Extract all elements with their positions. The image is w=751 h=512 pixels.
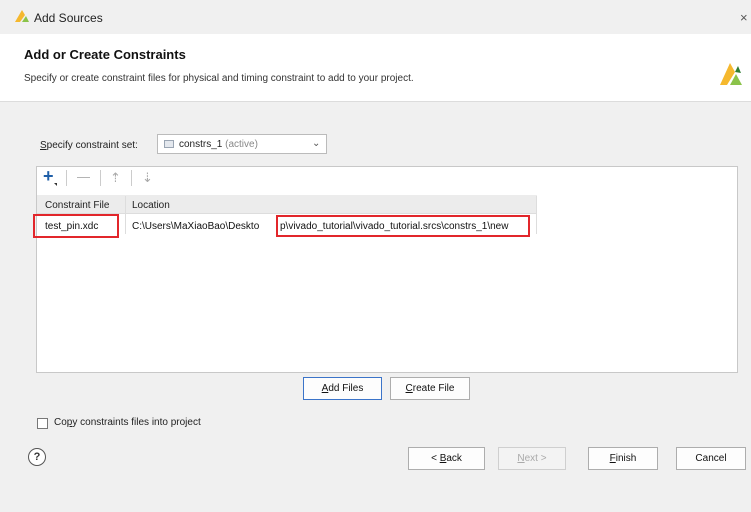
close-button[interactable]: × <box>740 10 748 25</box>
next-button[interactable]: Next > <box>498 447 566 470</box>
page-title: Add or Create Constraints <box>24 47 186 62</box>
move-down-icon[interactable]: ⇣ <box>142 170 153 186</box>
copy-constraints-checkbox[interactable] <box>37 418 48 429</box>
constraint-set-value: constrs_1 (active) <box>179 139 258 150</box>
toolbar-divider <box>100 170 101 186</box>
create-file-button[interactable]: Create File <box>390 377 470 400</box>
chevron-down-icon: ⌄ <box>312 138 321 149</box>
toolbar-divider <box>131 170 132 186</box>
add-menu-arrow-icon <box>54 183 57 186</box>
constraint-file-cell: test_pin.xdc <box>33 214 119 238</box>
window-title: Add Sources <box>34 11 103 25</box>
help-button[interactable]: ? <box>28 448 46 466</box>
vivado-logo-icon <box>15 10 29 22</box>
add-files-button[interactable]: Add Files <box>303 377 382 400</box>
page-header <box>0 34 751 102</box>
remove-icon[interactable]: — <box>77 169 90 185</box>
column-header-location[interactable]: Location <box>132 200 170 211</box>
location-cell-highlight: p\vivado_tutorial\vivado_tutorial.srcs\c… <box>276 215 530 237</box>
cancel-button[interactable]: Cancel <box>676 447 746 470</box>
title-bar <box>0 0 751 34</box>
vivado-logo-icon <box>720 63 742 85</box>
back-button[interactable]: < Back <box>408 447 485 470</box>
constraint-set-dropdown[interactable]: constrs_1 (active) ⌄ <box>157 134 327 154</box>
add-icon[interactable]: + <box>43 167 54 185</box>
constraint-set-label: Specify constraint set: <box>40 140 138 151</box>
fileset-icon <box>164 140 174 148</box>
table-header <box>37 195 537 214</box>
location-cell-prefix: C:\Users\MaXiaoBao\Deskto <box>132 221 260 232</box>
move-up-icon[interactable]: ⇡ <box>110 170 121 186</box>
column-header-constraint-file[interactable]: Constraint File <box>45 200 109 211</box>
copy-constraints-label: Copy constraints files into project <box>54 417 201 428</box>
finish-button[interactable]: Finish <box>588 447 658 470</box>
page-description: Specify or create constraint files for p… <box>24 73 414 84</box>
toolbar-divider <box>66 170 67 186</box>
